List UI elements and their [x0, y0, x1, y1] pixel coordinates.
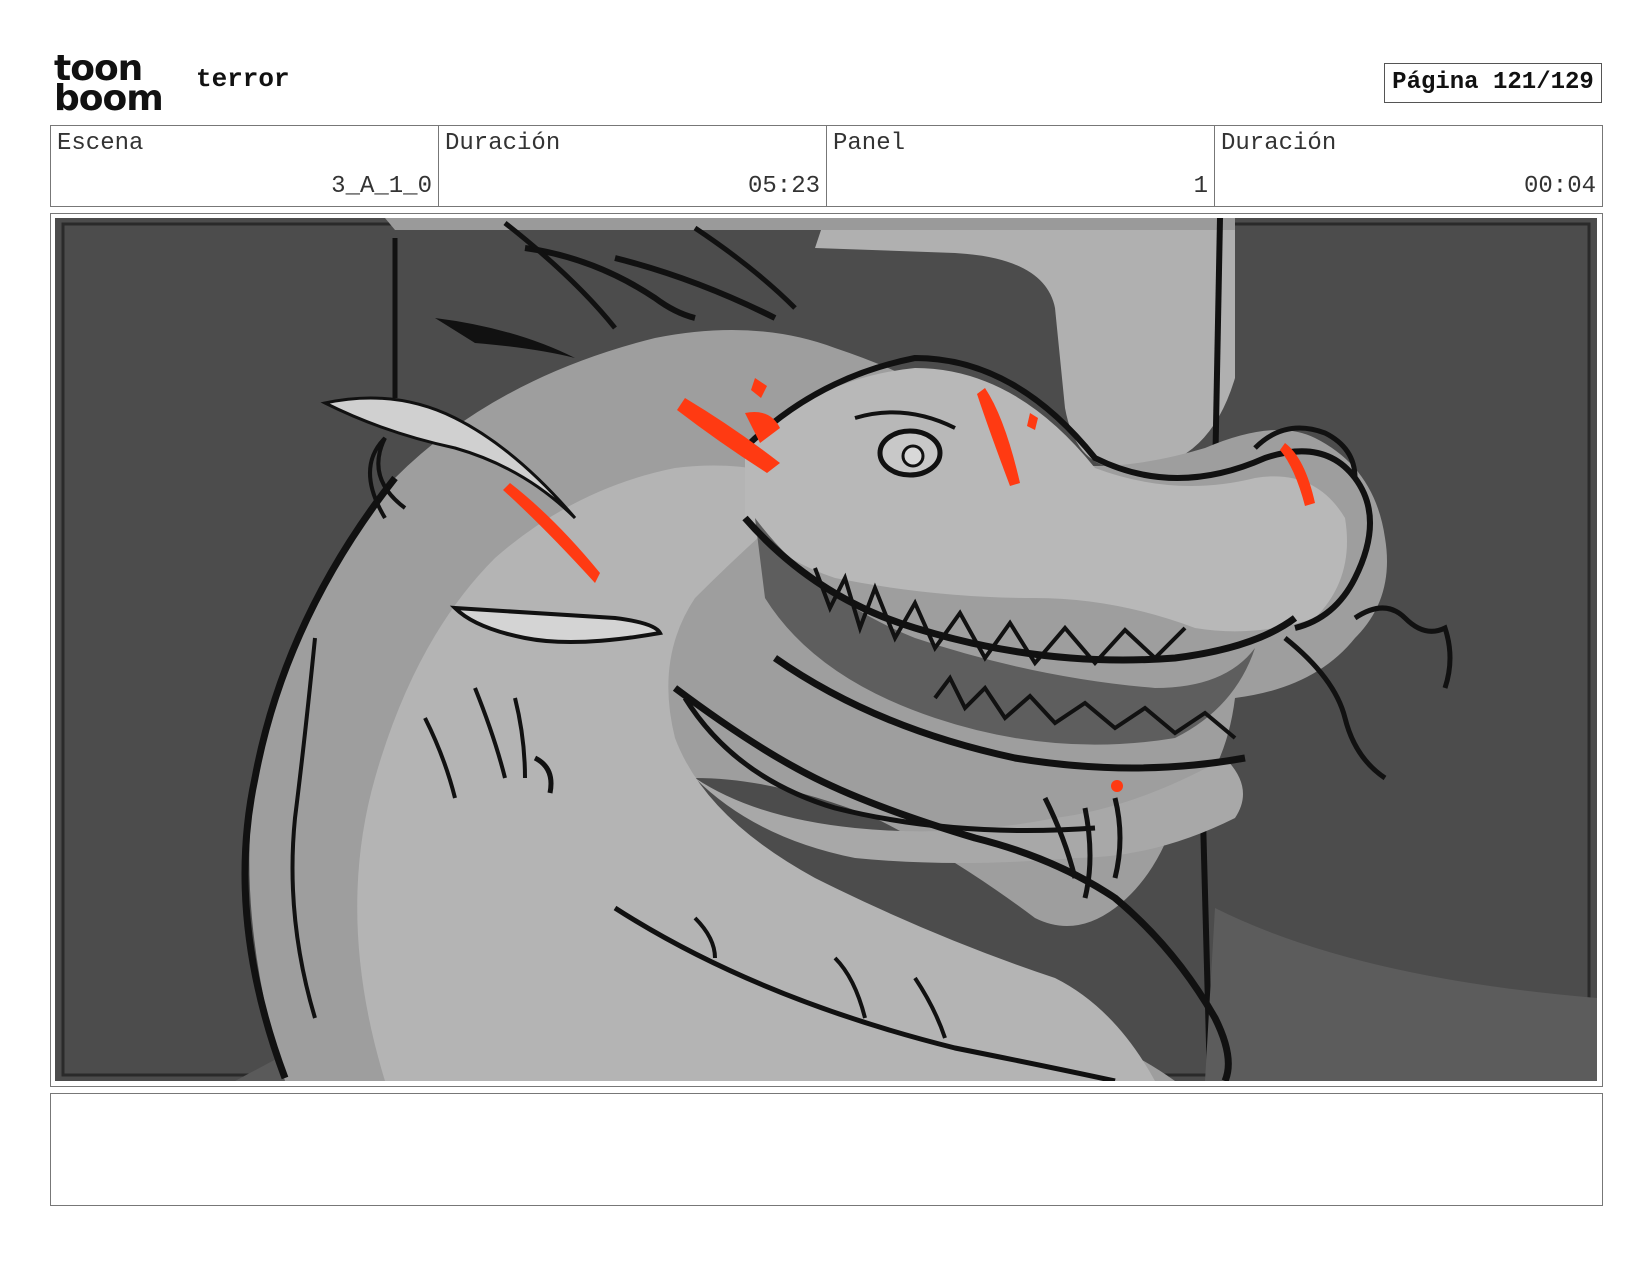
scene-duration-cell: Duración 05:23: [439, 126, 827, 206]
panel-value: 1: [1193, 173, 1208, 200]
panel-duration-label: Duración: [1221, 130, 1337, 157]
scene-cell: Escena 3_A_1_0: [51, 126, 439, 206]
page-indicator: Página 121/129: [1384, 63, 1602, 103]
scene-value: 3_A_1_0: [331, 173, 432, 200]
panel-notes: [50, 1093, 1603, 1206]
dragon-illustration: [55, 218, 1597, 1081]
toonboom-logo: toon boom: [54, 51, 172, 119]
panel-info-row: Escena 3_A_1_0 Duración 05:23 Panel 1 Du…: [50, 125, 1603, 207]
project-title: terror: [196, 64, 290, 94]
panel-duration-value: 00:04: [1523, 173, 1596, 200]
panel-cell: Panel 1: [827, 126, 1215, 206]
scene-duration-label: Duración: [445, 130, 561, 157]
logo-line-2: boom: [54, 78, 164, 119]
scene-label: Escena: [57, 130, 144, 157]
scene-duration-value: 05:23: [747, 173, 820, 200]
panel-duration-cell: Duración 00:04: [1215, 126, 1602, 206]
panel-label: Panel: [833, 130, 906, 157]
storyboard-panel: [50, 213, 1603, 1087]
